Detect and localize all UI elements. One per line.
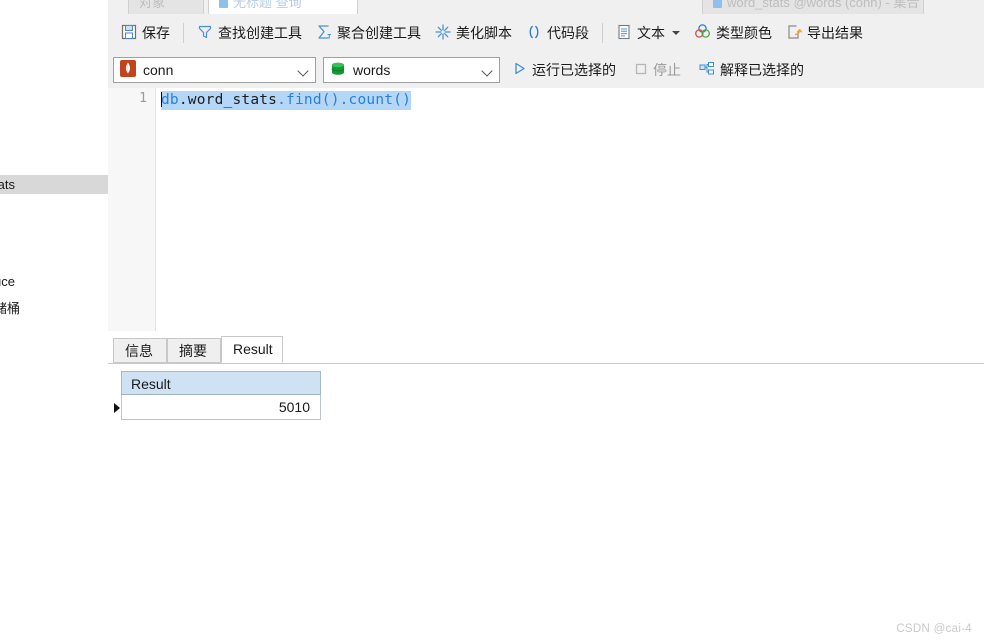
- aggregate-builder-button[interactable]: 聚合创建工具: [309, 20, 428, 46]
- toolbar-separator-1: [183, 23, 184, 43]
- export-icon: [786, 24, 803, 43]
- tab-summary[interactable]: 摘要: [167, 338, 221, 363]
- main-panel: 对象 无标题 查询 word_stats @words (conn) - 集合 …: [108, 0, 984, 643]
- chevron-down-icon[interactable]: [298, 65, 309, 76]
- save-button-label: 保存: [142, 25, 170, 41]
- database-value: words: [353, 62, 391, 78]
- explain-selected-label: 解释已选择的: [720, 62, 804, 78]
- line-number: 1: [139, 91, 147, 106]
- tab-untitled-query[interactable]: 无标题 查询: [208, 0, 358, 14]
- mongodb-leaf-icon: [120, 60, 136, 80]
- result-tab-strip[interactable]: 信息 摘要 Result: [108, 336, 984, 364]
- explain-plan-icon: [699, 61, 715, 80]
- export-result-button[interactable]: 导出结果: [779, 20, 870, 46]
- funnel-icon: [197, 24, 213, 43]
- watermark: CSDN @cai-4: [896, 623, 972, 635]
- editor-gutter: 1: [108, 88, 156, 331]
- result-value-cell[interactable]: 5010: [121, 395, 321, 420]
- tab-label: 对象: [139, 0, 166, 10]
- parentheses-icon: [526, 24, 542, 43]
- tab-word-stats-collection[interactable]: word_stats @words (conn) - 集合: [702, 0, 924, 14]
- save-icon: [121, 24, 137, 43]
- tab-result[interactable]: Result: [221, 336, 283, 363]
- run-selected-button[interactable]: 运行已选择的: [506, 58, 622, 82]
- sidebar-item-label: uce: [0, 274, 15, 289]
- explain-selected-button[interactable]: 解释已选择的: [693, 58, 810, 82]
- text-view-button[interactable]: 文本: [609, 20, 687, 46]
- tab-label: 无标题 查询: [233, 0, 302, 10]
- sigma-icon: [316, 24, 332, 43]
- collection-tab-icon: [713, 0, 722, 8]
- document-icon: [616, 24, 632, 43]
- sidebar-item-label: 储桶: [0, 301, 21, 316]
- snippet-label: 代码段: [547, 25, 589, 41]
- find-builder-button[interactable]: 查找创建工具: [190, 20, 309, 46]
- connection-value: conn: [143, 62, 174, 78]
- column-header-result[interactable]: Result: [121, 371, 321, 395]
- database-icon: [330, 61, 346, 80]
- sidebar-item-label: tats: [0, 177, 15, 192]
- code-token-count: .count(): [339, 92, 412, 108]
- type-color-button[interactable]: 类型颜色: [687, 20, 779, 46]
- query-toolbar[interactable]: 保存 查找创建工具 聚合创建工具 美化脚本 代码段 文本 类型颜色 导出结果: [108, 14, 984, 52]
- code-token-db: db: [161, 92, 179, 108]
- query-tab-icon: [219, 0, 228, 8]
- play-icon: [512, 61, 527, 79]
- row-marker-icon: [113, 395, 121, 420]
- editor-tab-strip[interactable]: 对象 无标题 查询 word_stats @words (conn) - 集合: [108, 0, 984, 15]
- result-grid[interactable]: Result 5010: [113, 371, 321, 420]
- code-token-collection: .word_stats: [178, 92, 278, 108]
- sidebar-item-mapreduce[interactable]: uce: [0, 272, 108, 291]
- tab-label: word_stats @words (conn) - 集合: [727, 0, 920, 10]
- stop-icon: [634, 62, 648, 79]
- query-editor[interactable]: 1 db.word_stats.find().count(): [108, 88, 984, 332]
- connection-select[interactable]: conn: [113, 57, 316, 83]
- database-select[interactable]: words: [323, 57, 500, 83]
- color-rings-icon: [694, 23, 711, 43]
- tab-objects[interactable]: 对象: [128, 0, 204, 14]
- editor-code-area[interactable]: db.word_stats.find().count(): [156, 88, 984, 331]
- type-color-label: 类型颜色: [716, 25, 772, 41]
- text-view-label: 文本: [637, 25, 665, 41]
- find-builder-label: 查找创建工具: [218, 25, 302, 41]
- export-result-label: 导出结果: [807, 25, 863, 41]
- save-button[interactable]: 保存: [114, 20, 177, 46]
- tab-info-label: 信息: [125, 343, 153, 359]
- code-token-find: .find(): [277, 92, 340, 108]
- tab-result-label: Result: [233, 341, 273, 357]
- stop-button: 停止: [628, 58, 687, 82]
- sidebar-item-gridfs-bucket[interactable]: 储桶: [0, 299, 108, 318]
- run-selected-label: 运行已选择的: [532, 62, 616, 78]
- results-pane: 信息 摘要 Result Result 5010: [108, 331, 984, 643]
- sparkle-icon: [435, 23, 451, 43]
- snippet-button[interactable]: 代码段: [519, 20, 596, 46]
- connection-bar[interactable]: conn words 运行已选择的 停止 解释已选择的: [108, 52, 984, 88]
- chevron-down-icon[interactable]: [482, 65, 493, 76]
- table-row[interactable]: 5010: [113, 395, 321, 420]
- sidebar-item-word-stats[interactable]: tats: [0, 175, 108, 194]
- sidebar[interactable]: tats uce 储桶: [0, 0, 109, 643]
- code-line[interactable]: db.word_stats.find().count(): [161, 91, 412, 110]
- chevron-down-icon[interactable]: [672, 31, 680, 35]
- beautify-script-label: 美化脚本: [456, 25, 512, 41]
- tab-info[interactable]: 信息: [113, 338, 167, 363]
- aggregate-builder-label: 聚合创建工具: [337, 25, 421, 41]
- toolbar-separator-2: [602, 23, 603, 43]
- tab-summary-label: 摘要: [179, 343, 207, 359]
- beautify-script-button[interactable]: 美化脚本: [428, 20, 519, 46]
- stop-label: 停止: [653, 62, 681, 78]
